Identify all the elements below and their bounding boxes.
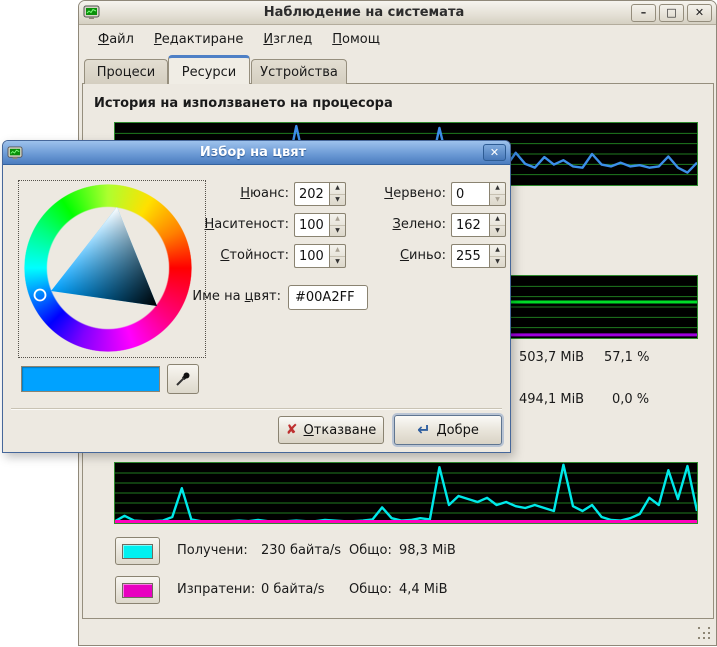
green-label: Зелено:: [363, 217, 446, 232]
ok-button[interactable]: ↵ Добре: [394, 415, 502, 445]
statusbar: [80, 620, 715, 644]
maximize-button[interactable]: □: [659, 4, 684, 22]
received-total-label: Общо:: [349, 543, 392, 558]
red-spin-down[interactable]: ▼: [490, 195, 505, 206]
system-monitor-icon: [83, 5, 100, 20]
tab-devices[interactable]: Устройства: [251, 59, 347, 84]
menu-view[interactable]: Изглед: [253, 29, 322, 50]
memory-used-percent: 57,1 %: [604, 350, 649, 365]
hue-label: Нюанс:: [203, 186, 289, 201]
sent-rate: 0 байта/s: [261, 582, 325, 597]
sent-label: Изпратени:: [177, 582, 255, 597]
value-spin-down[interactable]: ▼: [330, 257, 345, 268]
color-name-input[interactable]: [288, 285, 368, 310]
dialog-separator: [11, 408, 502, 410]
blue-spin-up[interactable]: ▲: [490, 245, 505, 257]
sent-total: 4,4 MiB: [399, 582, 448, 597]
hue-selector-marker: [35, 290, 46, 301]
main-titlebar[interactable]: Наблюдение на системата – □ ✕: [79, 1, 716, 25]
menu-edit[interactable]: Редактиране: [144, 29, 253, 50]
dialog-title: Избор на цвят: [23, 145, 483, 160]
value-input[interactable]: [294, 244, 329, 268]
close-button[interactable]: ✕: [687, 4, 712, 22]
received-label: Получени:: [177, 543, 248, 558]
hue-spinbox[interactable]: ▲▼: [294, 182, 346, 206]
color-wheel[interactable]: [24, 184, 192, 352]
window-title: Наблюдение на системата: [100, 5, 628, 20]
blue-spinbox[interactable]: ▲▼: [451, 244, 506, 268]
value-spinbox[interactable]: ▲▼: [294, 244, 346, 268]
hue-input[interactable]: [294, 182, 329, 206]
eyedropper-icon: [175, 371, 191, 387]
saturation-spin-down[interactable]: ▼: [330, 226, 345, 237]
tab-resources[interactable]: Ресурси: [168, 55, 250, 84]
green-spinbox[interactable]: ▲▼: [451, 213, 506, 237]
tabbar: Процеси Ресурси Устройства: [80, 55, 715, 84]
green-input[interactable]: [451, 213, 489, 237]
sent-color-button[interactable]: [115, 576, 160, 604]
value-label: Стойност:: [203, 248, 289, 263]
saturation-value-triangle[interactable]: [24, 184, 192, 352]
sent-color-swatch: [122, 583, 153, 598]
resize-grip[interactable]: [698, 627, 711, 640]
received-total: 98,3 MiB: [399, 543, 456, 558]
saturation-spin-up[interactable]: ▲: [330, 214, 345, 226]
green-spin-up[interactable]: ▲: [490, 214, 505, 226]
ok-label: Добре: [436, 423, 478, 438]
saturation-spinbox[interactable]: ▲▼: [294, 213, 346, 237]
red-input[interactable]: [451, 182, 489, 206]
selected-color-preview: [21, 366, 160, 392]
green-spin-down[interactable]: ▼: [490, 226, 505, 237]
received-color-button[interactable]: [115, 537, 160, 565]
sent-total-label: Общо:: [349, 582, 392, 597]
cancel-icon: ✘: [286, 423, 298, 437]
screen: Наблюдение на системата – □ ✕ Файл Редак…: [0, 0, 717, 647]
red-spin-up[interactable]: ▲: [490, 183, 505, 195]
dialog-close-button[interactable]: ✕: [483, 144, 506, 161]
saturation-input[interactable]: [294, 213, 329, 237]
minimize-button[interactable]: –: [631, 4, 656, 22]
swap-used-amount: 494,1 MiB: [519, 392, 584, 407]
ok-icon: ↵: [417, 422, 430, 438]
value-spin-up[interactable]: ▲: [330, 245, 345, 257]
received-color-swatch: [122, 544, 153, 559]
blue-input[interactable]: [451, 244, 489, 268]
swap-used-percent: 0,0 %: [612, 392, 649, 407]
dialog-icon: [7, 146, 23, 160]
menu-help[interactable]: Помощ: [322, 29, 390, 50]
hue-spin-up[interactable]: ▲: [330, 183, 345, 195]
eyedropper-button[interactable]: [167, 364, 199, 394]
cpu-history-heading: История на използването на процесора: [94, 96, 393, 111]
red-label: Червено:: [363, 186, 446, 201]
hue-spin-down[interactable]: ▼: [330, 195, 345, 206]
memory-used-amount: 503,7 MiB: [519, 350, 584, 365]
cancel-button[interactable]: ✘ Отказване: [278, 416, 384, 444]
dialog-titlebar[interactable]: Избор на цвят ✕: [3, 141, 510, 165]
menu-file[interactable]: Файл: [88, 29, 144, 50]
blue-label: Синьо:: [363, 248, 446, 263]
blue-spin-down[interactable]: ▼: [490, 257, 505, 268]
tab-processes[interactable]: Процеси: [84, 59, 168, 84]
saturation-label: Наситеност:: [203, 217, 289, 232]
color-name-label: Име на цвят:: [163, 289, 281, 304]
received-rate: 230 байта/s: [261, 543, 341, 558]
network-history-chart: [114, 462, 698, 524]
cancel-label: Отказване: [304, 423, 377, 438]
menubar: Файл Редактиране Изглед Помощ: [80, 26, 715, 53]
color-picker-dialog: Избор на цвят ✕: [2, 140, 511, 453]
red-spinbox[interactable]: ▲▼: [451, 182, 506, 206]
